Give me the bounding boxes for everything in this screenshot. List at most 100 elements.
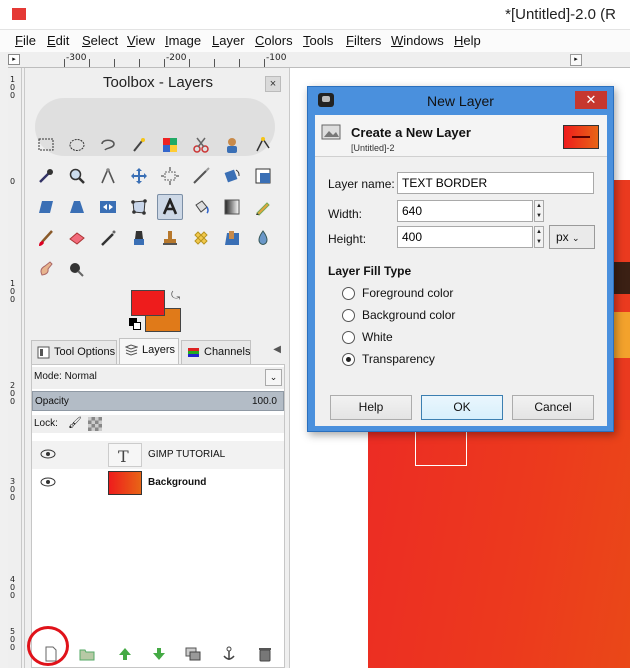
paths-tool[interactable] [250, 132, 276, 158]
heal-tool[interactable] [188, 225, 214, 251]
dodge-burn-tool[interactable] [64, 256, 90, 282]
ink-pen-icon [134, 231, 144, 245]
cancel-button[interactable]: Cancel [512, 395, 594, 420]
menu-file[interactable]: File [15, 33, 36, 48]
menu-windows[interactable]: Windows [391, 33, 444, 48]
layer-name[interactable]: Background [148, 477, 206, 488]
blend-tool[interactable] [219, 194, 245, 220]
scissors-tool[interactable] [188, 132, 214, 158]
menu-tools[interactable]: Tools [303, 33, 333, 48]
eye-icon[interactable] [40, 477, 56, 487]
height-spinner[interactable]: ▲ ▼ [534, 226, 544, 248]
height-input[interactable] [397, 226, 533, 248]
width-spinner[interactable]: ▲ ▼ [534, 200, 544, 222]
menu-view[interactable]: View [127, 33, 155, 48]
menu-filters[interactable]: Filters [346, 33, 381, 48]
menu-colors[interactable]: Colors [255, 33, 293, 48]
layer-row[interactable]: Background [32, 469, 284, 497]
radio-transparency[interactable] [342, 353, 355, 366]
move-tool[interactable] [126, 163, 152, 189]
layer-row[interactable]: T GIMP TUTORIAL [32, 441, 284, 469]
ink-tool[interactable] [126, 225, 152, 251]
radio-label[interactable]: White [362, 330, 393, 344]
highlight-circle [27, 626, 69, 666]
layer-name[interactable]: GIMP TUTORIAL [148, 449, 225, 460]
lock-pixels-icon[interactable]: 🖌 [68, 416, 82, 429]
fuzzy-select-tool[interactable] [126, 132, 152, 158]
menu-edit[interactable]: Edit [47, 33, 69, 48]
magic-wand-icon [133, 138, 145, 152]
bucket-fill-tool[interactable] [188, 194, 214, 220]
pencil-icon [256, 202, 270, 216]
select-by-color-tool[interactable] [157, 132, 183, 158]
ruler-scroll-button[interactable]: ▸ [570, 54, 582, 66]
ruler-label: 100 [10, 279, 16, 304]
eraser-tool[interactable] [64, 225, 90, 251]
flip-tool[interactable] [95, 194, 121, 220]
smudge-tool[interactable] [33, 256, 59, 282]
measure-tool[interactable] [95, 163, 121, 189]
tab-channels[interactable]: Channels [181, 340, 251, 364]
radio-foreground-color[interactable] [342, 287, 355, 300]
ruler-label: 200 [10, 381, 16, 406]
color-picker-tool[interactable] [33, 163, 59, 189]
help-button[interactable]: Help [330, 395, 412, 420]
raise-layer-button[interactable] [115, 644, 135, 664]
menu-help[interactable]: Help [454, 33, 481, 48]
shear-tool[interactable] [33, 194, 59, 220]
quick-mask-toggle[interactable]: ▸ [8, 54, 20, 65]
opacity-slider[interactable]: Opacity 100.0 [32, 391, 284, 411]
ellipse-select-tool[interactable] [64, 132, 90, 158]
radio-background-color[interactable] [342, 309, 355, 322]
radio-label[interactable]: Foreground color [362, 286, 453, 300]
canvas-image[interactable] [368, 420, 630, 668]
unit-select[interactable]: px ⌄ [549, 225, 595, 249]
foreground-color-swatch[interactable] [131, 290, 165, 316]
radio-label[interactable]: Background color [362, 308, 455, 322]
width-input[interactable] [397, 200, 533, 222]
swap-colors-icon[interactable]: ⤿ [171, 290, 180, 303]
mode-dropdown-button[interactable]: ⌄ [265, 369, 282, 386]
duplicate-layer-button[interactable] [183, 644, 203, 664]
menu-image[interactable]: Image [165, 33, 201, 48]
eye-icon[interactable] [40, 449, 56, 459]
menu-select[interactable]: Select [82, 33, 118, 48]
ok-button[interactable]: OK [421, 395, 503, 420]
perspective-tool[interactable] [64, 194, 90, 220]
pencil-tool[interactable] [250, 194, 276, 220]
default-colors-icon[interactable] [129, 318, 141, 330]
text-layer-thumbnail: T [108, 443, 142, 467]
radio-white[interactable] [342, 331, 355, 344]
dialog-titlebar: New Layer ✕ [308, 87, 613, 115]
free-select-tool[interactable] [95, 132, 121, 158]
close-dock-button[interactable]: × [265, 76, 281, 92]
text-tool[interactable] [157, 194, 183, 220]
rotate-tool[interactable] [219, 163, 245, 189]
crop-tool[interactable] [188, 163, 214, 189]
radio-label[interactable]: Transparency [362, 352, 435, 366]
clone-tool[interactable] [157, 225, 183, 251]
new-group-icon [79, 649, 95, 661]
perspective-clone-tool[interactable] [219, 225, 245, 251]
tab-tool-options[interactable]: Tool Options [31, 340, 117, 364]
new-layer-group-button[interactable] [77, 644, 97, 664]
menu-layer[interactable]: Layer [212, 33, 245, 48]
cage-transform-tool[interactable] [126, 194, 152, 220]
rect-select-tool[interactable] [33, 132, 59, 158]
scale-tool[interactable] [250, 163, 276, 189]
delete-layer-button[interactable] [255, 644, 275, 664]
lower-layer-button[interactable] [149, 644, 169, 664]
paintbrush-tool[interactable] [33, 225, 59, 251]
blur-tool[interactable] [250, 225, 276, 251]
foreground-select-tool[interactable] [219, 132, 245, 158]
mode-selector[interactable]: Mode: Normal [34, 371, 97, 382]
lock-alpha-icon[interactable] [88, 417, 102, 431]
dialog-close-button[interactable]: ✕ [575, 91, 607, 109]
anchor-layer-button[interactable] [219, 644, 239, 664]
align-tool[interactable] [157, 163, 183, 189]
airbrush-tool[interactable] [95, 225, 121, 251]
tab-layers[interactable]: Layers [119, 338, 179, 365]
zoom-tool[interactable] [64, 163, 90, 189]
layer-name-input[interactable] [397, 172, 594, 194]
tab-menu-button[interactable]: ◀ [273, 344, 281, 355]
